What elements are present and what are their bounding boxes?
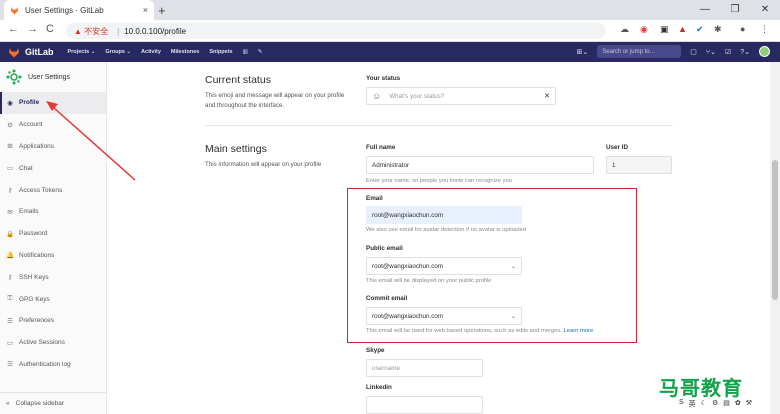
annotation-arrow: [46, 101, 136, 181]
tray-icon[interactable]: ☾: [701, 399, 707, 409]
tray-icon[interactable]: ⚒: [746, 399, 752, 409]
scrollbar-thumb[interactable]: [772, 160, 778, 300]
system-tray: S 英 ☾ ⚙ ▤ ✿ ⚒: [676, 398, 756, 410]
tray-icon[interactable]: ⚙: [712, 399, 718, 409]
tray-icon[interactable]: 英: [689, 399, 696, 409]
tray-icon[interactable]: S: [679, 399, 684, 409]
page-scrollbar[interactable]: [770, 62, 780, 414]
tray-icon[interactable]: ✿: [735, 399, 741, 409]
tray-icon[interactable]: ▤: [723, 399, 730, 409]
watermark-logo: 马哥教育: [659, 378, 743, 400]
